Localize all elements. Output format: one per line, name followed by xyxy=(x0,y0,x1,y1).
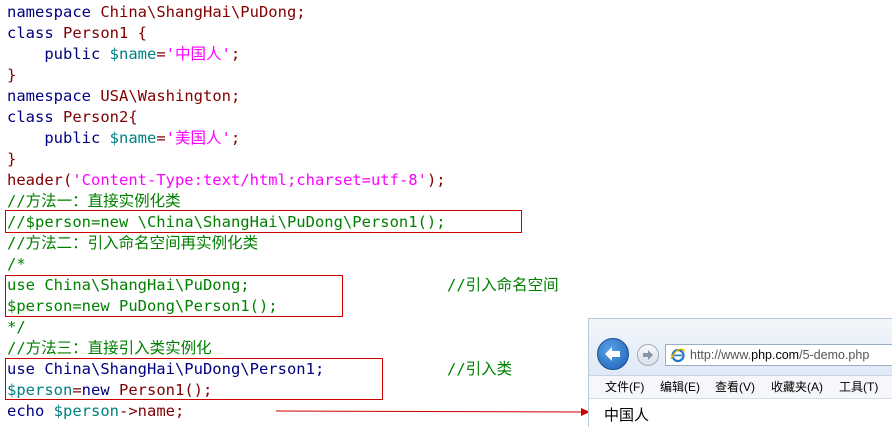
page-output-text: 中国人 xyxy=(604,406,650,424)
screenshot-canvas: namespace China\ShangHai\PuDong; class P… xyxy=(0,0,892,427)
menu-bar: 文件(F) 编辑(E) 查看(V) 收藏夹(A) 工具(T) xyxy=(589,376,892,399)
menu-view[interactable]: 查看(V) xyxy=(715,376,755,398)
url-domain: php.com xyxy=(751,348,800,362)
forward-arrow-icon[interactable] xyxy=(637,344,659,366)
arrow-line xyxy=(275,410,583,413)
url-path: /5-demo.php xyxy=(799,348,870,362)
ie-logo-icon xyxy=(670,348,686,363)
url-prefix: http://www. xyxy=(690,348,752,362)
menu-tools[interactable]: 工具(T) xyxy=(839,376,878,398)
back-arrow-icon[interactable] xyxy=(597,338,629,370)
browser-window: http://www.php.com/5-demo.php 文件(F) 编辑(E… xyxy=(588,318,892,427)
address-bar[interactable]: http://www.php.com/5-demo.php xyxy=(665,344,892,366)
url-text: http://www.php.com/5-demo.php xyxy=(690,345,869,365)
menu-edit[interactable]: 编辑(E) xyxy=(660,376,700,398)
menu-favorites[interactable]: 收藏夹(A) xyxy=(771,376,823,398)
browser-toolbar: http://www.php.com/5-demo.php xyxy=(589,319,892,376)
menu-file[interactable]: 文件(F) xyxy=(605,376,644,398)
